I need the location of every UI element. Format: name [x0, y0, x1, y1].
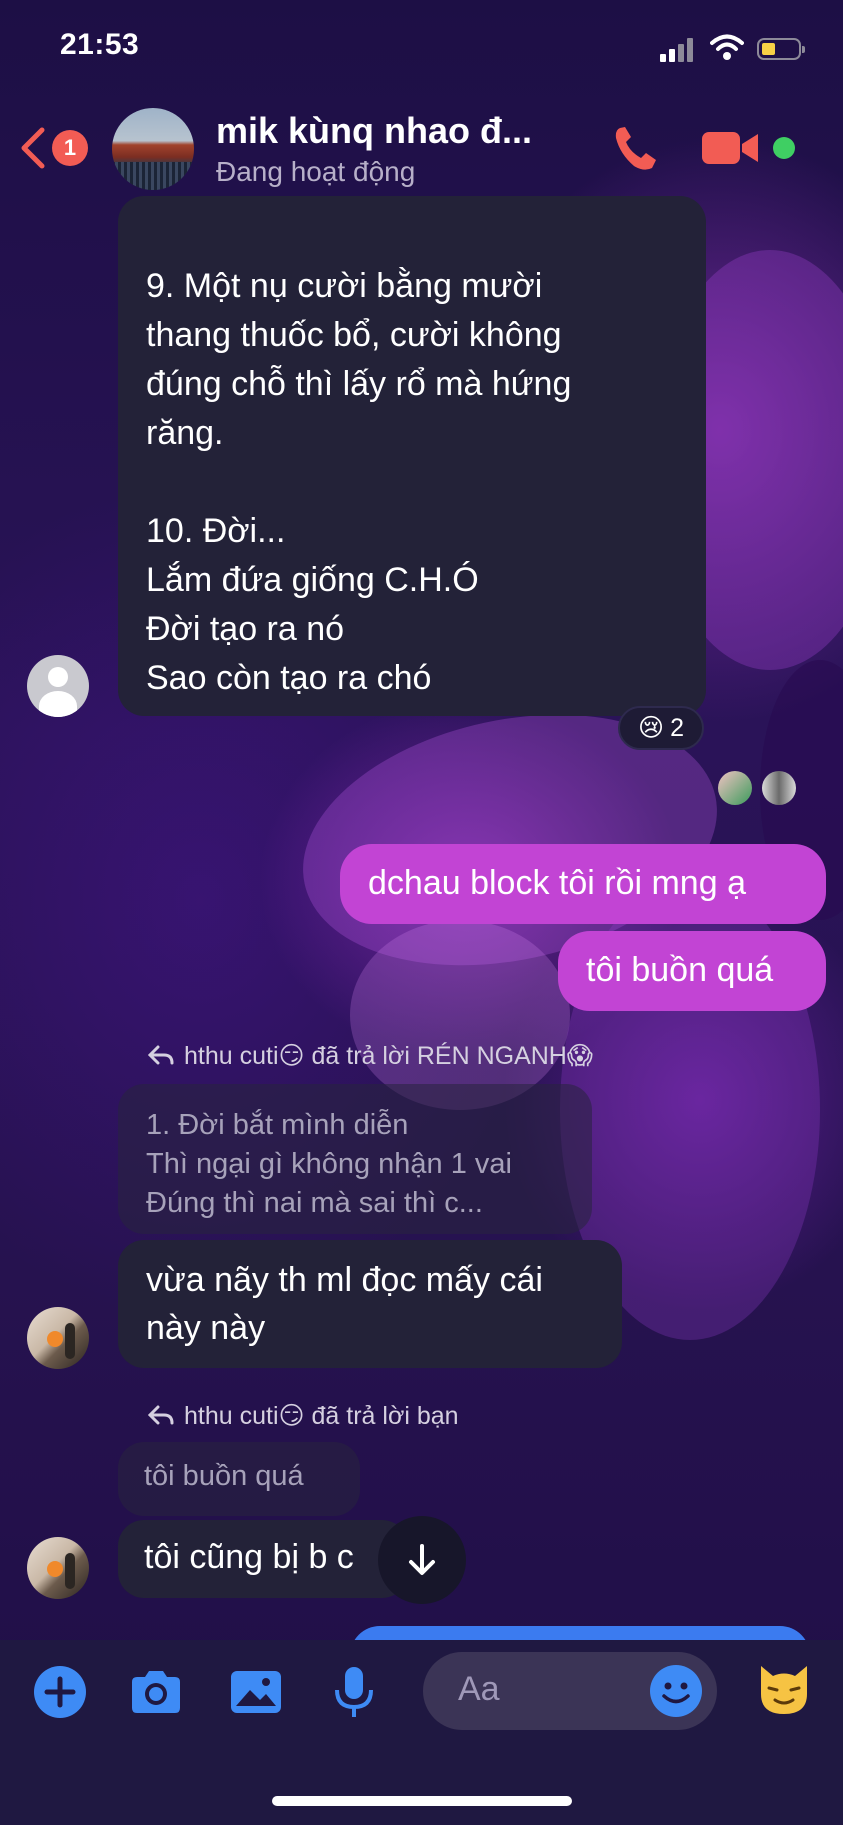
quote-line: Đúng thì nai mà sai thì c...	[146, 1187, 483, 1219]
cat-emoji-icon[interactable]	[755, 1660, 813, 1718]
quote-line: 1. Đời bắt mình diễn	[146, 1109, 409, 1141]
sender-avatar[interactable]	[27, 1537, 89, 1599]
incoming-message[interactable]: vừa nãy th ml đọc mấy cái này này	[118, 1240, 622, 1368]
outgoing-message[interactable]: tôi buồn quá	[558, 931, 826, 1011]
reaction-pill[interactable]: 😢 2	[618, 706, 704, 750]
read-receipt-avatar	[762, 771, 796, 805]
read-receipt-avatar	[718, 771, 752, 805]
microphone-icon[interactable]	[326, 1664, 382, 1720]
reply-info: hthu cuti😏 đã trả lời bạn	[184, 1402, 459, 1430]
group-avatar[interactable]	[112, 108, 194, 190]
video-call-icon[interactable]	[702, 128, 760, 168]
scroll-to-bottom-button[interactable]	[378, 1516, 466, 1604]
image-icon[interactable]	[228, 1664, 284, 1720]
battery-icon	[757, 38, 805, 60]
message-line: Sao còn tạo ra chó	[146, 659, 432, 697]
message-line: vừa nãy th ml đọc mấy cái	[146, 1261, 543, 1299]
sender-avatar[interactable]	[27, 1307, 89, 1369]
reply-arrow-icon	[148, 1045, 174, 1065]
add-icon[interactable]	[32, 1664, 88, 1720]
crying-face-icon: 😢	[638, 714, 665, 742]
quoted-message[interactable]: 1. Đời bắt mình diễn Thì ngại gì không n…	[118, 1084, 592, 1234]
outgoing-message[interactable]: dchau block tôi rồi mng ạ	[340, 844, 826, 924]
active-status: Đang hoạt động	[216, 156, 416, 187]
online-indicator	[773, 137, 795, 159]
message-input-placeholder: Aa	[458, 1670, 500, 1708]
back-chevron-icon[interactable]	[18, 126, 48, 170]
message-line: Lắm đứa giống C.H.Ó	[146, 561, 479, 599]
reply-arrow-icon	[148, 1405, 174, 1425]
message-line: 9. Một nụ cười bằng mười	[146, 267, 543, 305]
wifi-icon	[710, 34, 744, 60]
message-line: này này	[146, 1309, 266, 1347]
quote-line: Thì ngại gì không nhận 1 vai	[146, 1148, 512, 1180]
message-line: răng.	[146, 414, 224, 452]
message-line: 10. Đời...	[146, 512, 286, 550]
message-line: Đời tạo ra nó	[146, 610, 345, 648]
message-line: đúng chỗ thì lấy rổ mà hứng	[146, 365, 572, 403]
home-indicator	[272, 1796, 572, 1806]
arrow-down-icon	[409, 1544, 435, 1575]
unread-badge[interactable]: 1	[52, 130, 88, 166]
conversation-title[interactable]: mik kùnq nhao đ...	[216, 110, 532, 152]
incoming-message[interactable]: 9. Một nụ cười bằng mười thang thuốc bổ,…	[118, 196, 706, 716]
reply-info: hthu cuti😏 đã trả lời RÉN NGANH😱	[184, 1042, 593, 1070]
incoming-message[interactable]: tôi cũng bị b c	[118, 1520, 408, 1598]
message-line: thang thuốc bổ, cười không	[146, 316, 562, 354]
camera-icon[interactable]	[128, 1664, 184, 1720]
sender-avatar[interactable]	[27, 655, 89, 717]
emoji-icon[interactable]	[650, 1665, 702, 1717]
status-time: 21:53	[60, 28, 140, 61]
quoted-message[interactable]: tôi buồn quá	[118, 1442, 360, 1516]
phone-call-icon[interactable]	[610, 122, 662, 174]
message-line	[146, 458, 678, 507]
cellular-signal-icon	[660, 38, 700, 62]
reaction-count: 2	[670, 713, 684, 742]
